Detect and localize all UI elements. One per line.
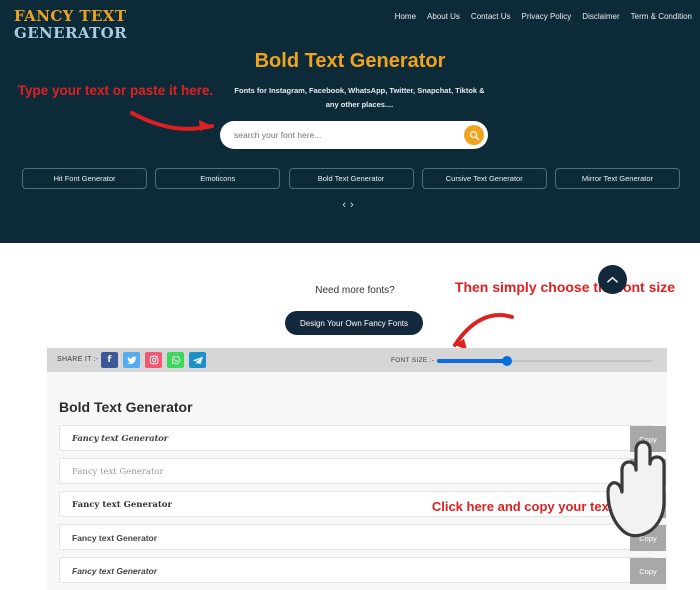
- table-row[interactable]: Fancy text Generator Copy: [59, 425, 666, 452]
- annotation-font-size: Then simply choose the font size: [454, 279, 676, 295]
- search-input[interactable]: [234, 121, 449, 149]
- nav-item-home[interactable]: Home: [395, 12, 416, 21]
- font-preview-text: Fancy text Generator: [72, 467, 164, 477]
- nav-item-contact-us[interactable]: Contact Us: [471, 12, 511, 21]
- copy-button[interactable]: Copy: [630, 426, 666, 452]
- hero-subtitle: Fonts for Instagram, Facebook, WhatsApp,…: [234, 86, 485, 109]
- nav-item-privacy-policy[interactable]: Privacy Policy: [522, 12, 572, 21]
- copy-button[interactable]: Copy: [630, 459, 666, 485]
- category-hit-font-generator[interactable]: Hit Font Generator: [22, 168, 147, 189]
- annotation-copy-text: Click here and copy your text: [431, 499, 614, 514]
- carousel-next-icon[interactable]: ›: [350, 199, 358, 211]
- nav-item-term-condition[interactable]: Term & Condition: [631, 12, 692, 21]
- instagram-camera-icon: [149, 355, 158, 365]
- search-bar: [220, 121, 488, 149]
- carousel-prev-icon[interactable]: ‹: [342, 199, 350, 211]
- font-preview-text: Fancy text Generator: [72, 434, 168, 444]
- results-panel: Bold Text Generator Fancy text Generator…: [47, 372, 667, 590]
- copy-button[interactable]: Copy: [630, 558, 666, 584]
- scroll-to-top-button[interactable]: [598, 265, 627, 294]
- copy-button[interactable]: Copy: [630, 492, 666, 518]
- telegram-plane-icon: [192, 356, 203, 364]
- carousel-controls: ‹›: [0, 199, 700, 211]
- whatsapp-icon[interactable]: [167, 352, 184, 368]
- whatsapp-phone-icon: [171, 355, 180, 365]
- category-bold-text-generator[interactable]: Bold Text Generator: [288, 168, 414, 189]
- font-preview-text: Fancy text Generator: [72, 533, 158, 543]
- font-size-label: FONT SIZE :-: [391, 357, 435, 364]
- need-more-fonts-label: Need more fonts?: [315, 285, 395, 296]
- twitter-bird-icon: [126, 356, 137, 364]
- font-size-slider[interactable]: [437, 356, 652, 366]
- page-title: Bold Text Generator: [254, 50, 446, 72]
- table-row[interactable]: Fancy text Generator Copy: [59, 557, 666, 584]
- share-it-label: SHARE IT :-: [57, 356, 99, 363]
- top-navigation: Home About Us Contact Us Privacy Policy …: [395, 12, 692, 21]
- page-root: FANCY TEXT GENERATOR Home About Us Conta…: [0, 0, 700, 590]
- table-row[interactable]: Fancy text Generator Copy: [59, 524, 666, 551]
- slider-fill: [437, 359, 508, 363]
- share-and-fontsize-toolbar: SHARE IT :- f FONT SIZE:-: [47, 348, 667, 372]
- category-buttons: Hit Font Generator Emoticons Bold Text G…: [22, 168, 680, 189]
- instagram-icon[interactable]: [145, 352, 162, 368]
- logo-line-1: FANCY TEXT: [14, 7, 127, 25]
- copy-button[interactable]: Copy: [630, 525, 666, 551]
- social-share-buttons: f: [101, 352, 206, 368]
- twitter-icon[interactable]: [123, 352, 140, 368]
- design-own-fonts-button[interactable]: Design Your Own Fancy Fonts: [285, 311, 423, 335]
- chevron-up-icon: [607, 276, 618, 283]
- category-emoticons[interactable]: Emoticons: [155, 168, 281, 189]
- nav-item-disclaimer[interactable]: Disclaimer: [582, 12, 619, 21]
- search-icon: [469, 130, 479, 140]
- logo-line-2: GENERATOR: [14, 24, 127, 42]
- search-button[interactable]: [464, 125, 484, 145]
- results-panel-title: Bold Text Generator: [59, 399, 193, 415]
- telegram-icon[interactable]: [189, 352, 206, 368]
- table-row[interactable]: Fancy text Generator Copy: [59, 458, 666, 485]
- site-logo[interactable]: FANCY TEXT GENERATOR: [14, 8, 127, 42]
- facebook-icon[interactable]: f: [101, 352, 118, 368]
- slider-thumb[interactable]: [501, 356, 512, 366]
- annotation-type-text: Type your text or paste it here.: [17, 83, 214, 98]
- hero-section: FANCY TEXT GENERATOR Home About Us Conta…: [0, 0, 700, 243]
- nav-item-about-us[interactable]: About Us: [427, 12, 460, 21]
- category-mirror-text-generator[interactable]: Mirror Text Generator: [555, 168, 680, 189]
- font-preview-text: Fancy text Generator: [72, 566, 158, 576]
- category-cursive-text-generator[interactable]: Cursive Text Generator: [421, 168, 547, 189]
- font-preview-text: Fancy text Generator: [72, 500, 172, 510]
